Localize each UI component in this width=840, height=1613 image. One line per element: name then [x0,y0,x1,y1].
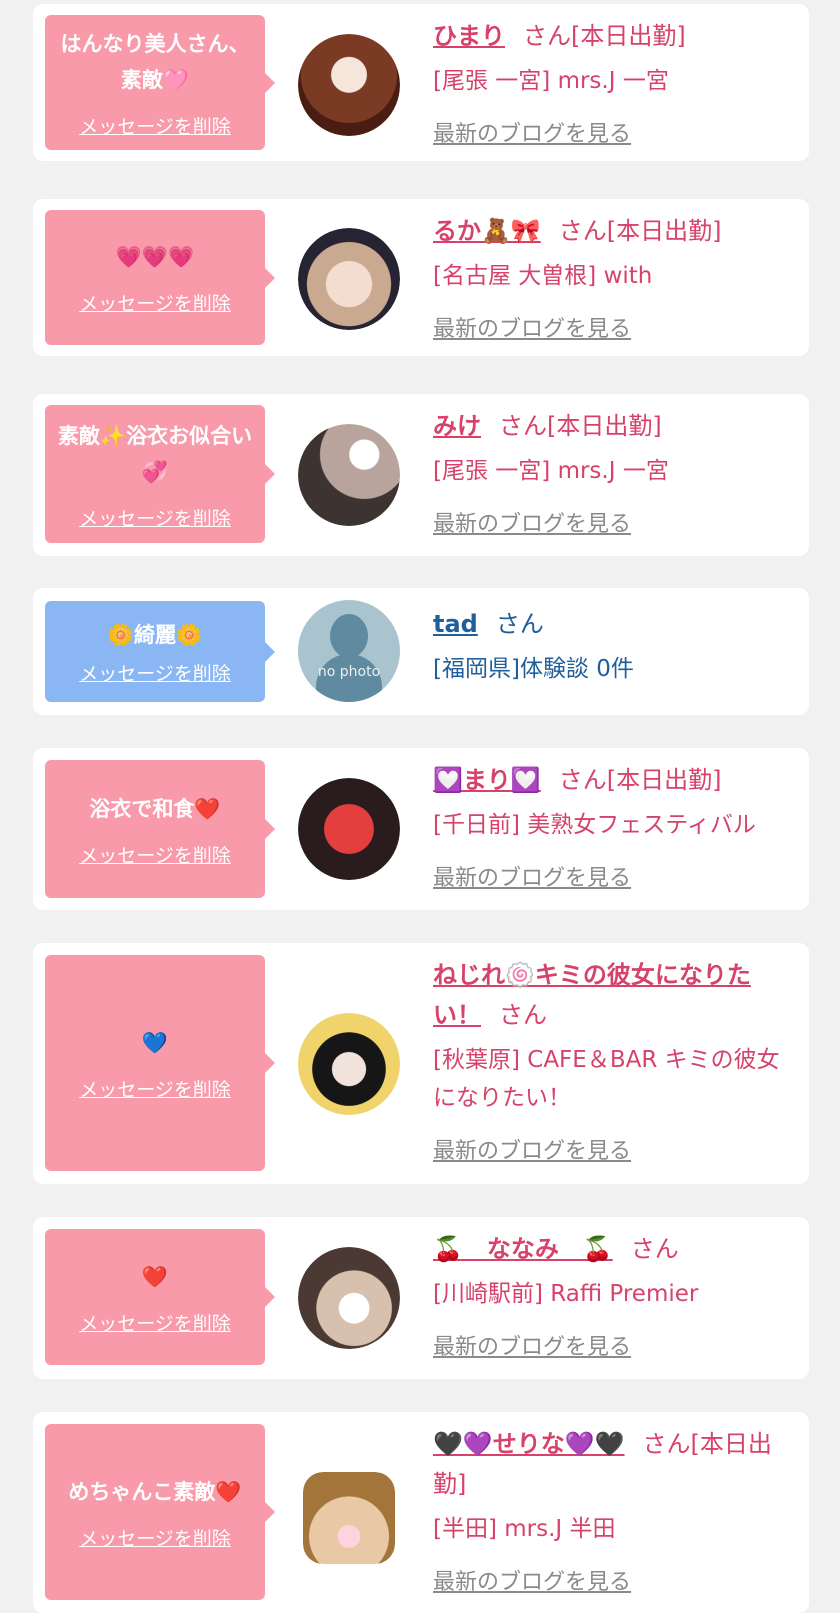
delete-message-link[interactable]: メッセージを削除 [79,1524,231,1551]
avatar[interactable] [303,1472,395,1564]
message-text: 素敵✨浴衣お似合い💞 [57,423,253,484]
message-bubble: ❤️ メッセージを削除 [45,1229,275,1365]
user-name-link[interactable]: るか🧸🎀 [433,217,541,245]
delete-message-link[interactable]: メッセージを削除 [79,1075,231,1102]
message-bubble: 💙 メッセージを削除 [45,955,275,1171]
user-name-link[interactable]: 🍒 ななみ 🍒 [433,1235,613,1263]
shop-info: [半田] mrs.J 半田 [433,1516,616,1542]
shop-info: [川崎駅前] Raffi Premier [433,1281,699,1307]
delete-message-link[interactable]: メッセージを削除 [79,289,231,316]
delete-message-link[interactable]: メッセージを削除 [79,1309,231,1336]
latest-blog-link[interactable]: 最新のブログを見る [433,860,631,892]
message-bubble: めちゃんこ素敵❤️ メッセージを削除 [45,1424,275,1600]
profile-photo-icon [298,34,400,136]
user-info: るか🧸🎀 さん[本日出勤] [名古屋 大曽根] with 最新のブログを見る [433,211,795,343]
message-text: 💙 [141,1030,169,1055]
list-item: 浴衣で和食❤️ メッセージを削除 💟まり💟 さん[本日出勤] [千日前] 美熟女フ… [33,748,809,910]
list-item: 素敵✨浴衣お似合い💞 メッセージを削除 みけ さん[本日出勤] [尾張 一宮] m… [33,394,809,556]
user-name-link[interactable]: tad [433,610,478,638]
latest-blog-link[interactable]: 最新のブログを見る [433,1564,631,1596]
list-item: はんなり美人さん、素敵🩷 メッセージを削除 ひまり さん[本日出勤] [尾張 一宮… [33,4,809,161]
user-status: さん[本日出勤] [523,22,686,50]
delete-message-link[interactable]: メッセージを削除 [79,112,231,139]
message-text: はんなり美人さん、素敵🩷 [60,32,250,92]
profile-photo-icon [298,228,400,330]
list-item: ❤️ メッセージを削除 🍒 ななみ 🍒 さん [川崎駅前] Raffi Premi… [33,1217,809,1379]
shop-info: [尾張 一宮] mrs.J 一宮 [433,68,669,94]
message-text: 💗💗💗 [115,245,195,269]
message-text: ❤️ [141,1264,169,1289]
user-status: さん[本日出勤] [558,217,722,245]
user-info: tad さん [福岡県]体験談 0件 [433,604,795,688]
message-bubble: 💗💗💗 メッセージを削除 [45,210,275,345]
profile-photo-icon [303,1472,395,1564]
delete-message-link[interactable]: メッセージを削除 [79,841,231,868]
user-name-link[interactable]: みけ [433,412,481,440]
latest-blog-link[interactable]: 最新のブログを見る [433,506,631,538]
latest-blog-link[interactable]: 最新のブログを見る [433,116,631,148]
list-item: 🌼綺麗🌼 メッセージを削除 no photo tad さん [福岡県]体験談 0件 [33,588,809,715]
avatar[interactable] [298,424,400,526]
delete-message-link[interactable]: メッセージを削除 [79,504,231,531]
latest-blog-link[interactable]: 最新のブログを見る [433,1329,631,1361]
user-status: さん[本日出勤] [558,766,722,794]
user-name-link[interactable]: ひまり [433,22,505,50]
user-info: みけ さん[本日出勤] [尾張 一宮] mrs.J 一宮 最新のブログを見る [433,406,795,538]
message-text: 🌼綺麗🌼 [107,623,203,647]
user-info: ねじれ🍥キミの彼女になりたい！ さん [秋葉原] CAFE＆BAR キミの彼女にな… [433,955,795,1165]
latest-blog-link[interactable]: 最新のブログを見る [433,311,631,343]
list-item: 💙 メッセージを削除 ねじれ🍥キミの彼女になりたい！ さん [秋葉原] CAFE＆… [33,943,809,1184]
no-photo-text: no photo [317,664,381,680]
shop-info: [秋葉原] CAFE＆BAR キミの彼女になりたい！ [433,1047,780,1111]
message-bubble: 🌼綺麗🌼 メッセージを削除 [45,601,275,702]
user-status: さん[本日出勤] [499,412,662,440]
shop-info: [尾張 一宮] mrs.J 一宮 [433,458,669,484]
message-text: めちゃんこ素敵❤️ [68,1479,242,1504]
delete-message-link[interactable]: メッセージを削除 [79,659,231,686]
user-info: 🖤💜せりな💜🖤 さん[本日出勤] [半田] mrs.J 半田 最新のブログを見る [433,1424,795,1596]
message-bubble: 浴衣で和食❤️ メッセージを削除 [45,760,275,898]
user-info: 💟まり💟 さん[本日出勤] [千日前] 美熟女フェスティバル 最新のブログを見る [433,760,795,892]
message-text: 浴衣で和食❤️ [89,796,221,821]
user-name-link[interactable]: 🖤💜せりな💜🖤 [433,1430,625,1458]
profile-photo-icon [298,424,400,526]
avatar[interactable] [298,1013,400,1115]
list-item: 💗💗💗 メッセージを削除 るか🧸🎀 さん[本日出勤] [名古屋 大曽根] with… [33,199,809,356]
message-bubble: はんなり美人さん、素敵🩷 メッセージを削除 [45,15,275,150]
list-item: めちゃんこ素敵❤️ メッセージを削除 🖤💜せりな💜🖤 さん[本日出勤] [半田] … [33,1412,809,1613]
user-status: さん [495,610,544,638]
user-info: 🍒 ななみ 🍒 さん [川崎駅前] Raffi Premier 最新のブログを見る [433,1229,795,1361]
avatar[interactable]: no photo [298,600,400,702]
avatar[interactable] [298,228,400,330]
user-info: ひまり さん[本日出勤] [尾張 一宮] mrs.J 一宮 最新のブログを見る [433,16,795,148]
message-bubble: 素敵✨浴衣お似合い💞 メッセージを削除 [45,405,275,543]
user-status: さん [630,1235,679,1263]
profile-photo-icon [298,1247,400,1349]
avatar[interactable] [298,1247,400,1349]
avatar[interactable] [298,778,400,880]
shop-info: [千日前] 美熟女フェスティバル [433,812,756,838]
avatar[interactable] [298,34,400,136]
shop-info: [福岡県]体験談 0件 [433,656,634,682]
profile-photo-icon [298,778,400,880]
profile-photo-icon [298,1013,400,1115]
user-status: さん [499,1001,547,1029]
shop-info: [名古屋 大曽根] with [433,263,653,289]
user-name-link[interactable]: 💟まり💟 [433,766,541,794]
user-name-link[interactable]: ねじれ🍥キミの彼女になりたい！ [433,961,751,1029]
latest-blog-link[interactable]: 最新のブログを見る [433,1133,631,1165]
